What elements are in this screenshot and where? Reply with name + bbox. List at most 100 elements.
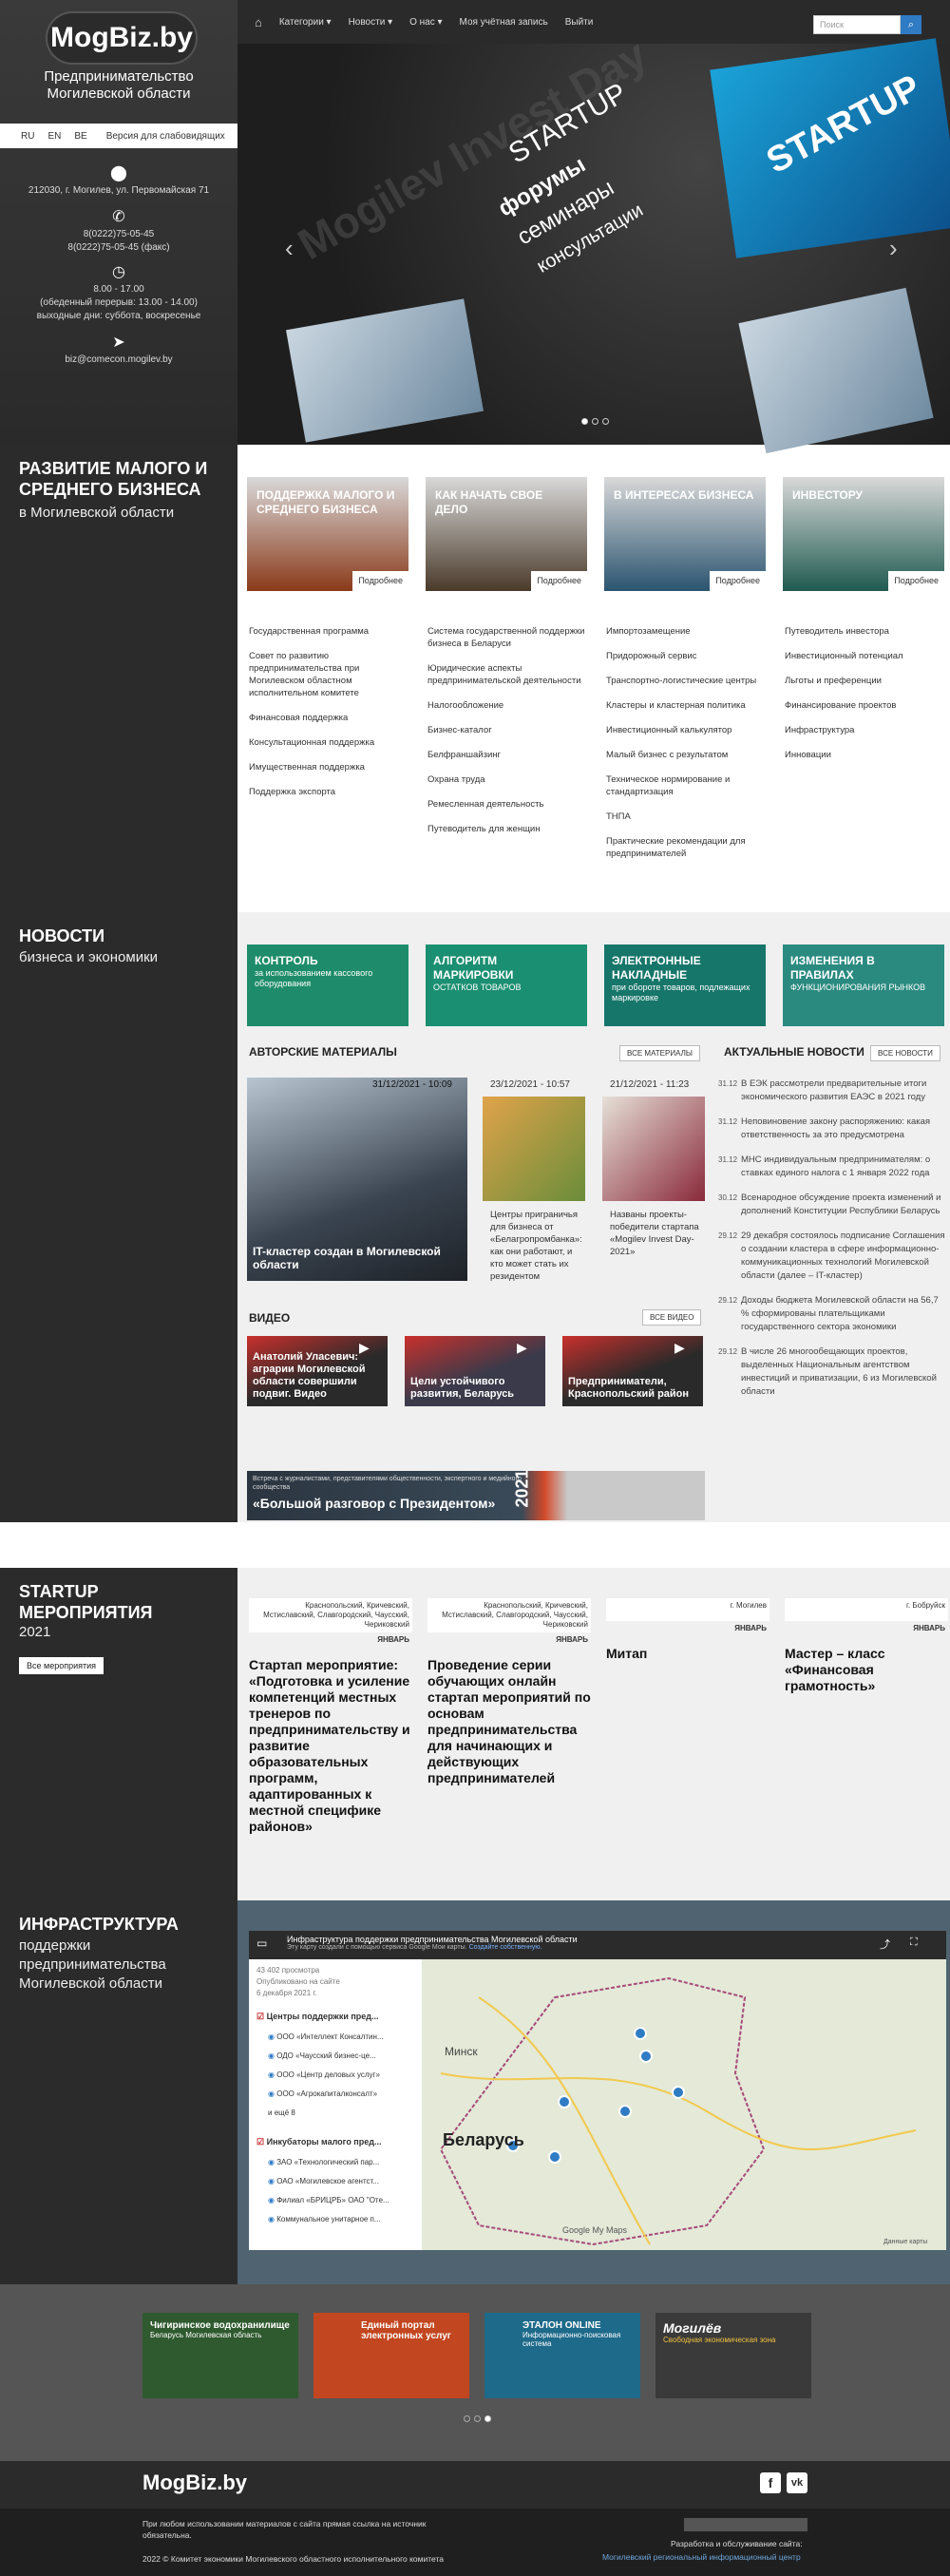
main-article-title[interactable]: IT-кластер создан в Могилевской области: [253, 1245, 462, 1271]
more-button[interactable]: Подробнее: [888, 571, 944, 591]
card-business-interests[interactable]: В ИНТЕРЕСАХ БИЗНЕСА Подробнее: [604, 477, 766, 591]
banner-cash-control[interactable]: КОНТРОЛЬ за использованием кассового обор…: [247, 945, 408, 1026]
partner-banner-3[interactable]: ЭТАЛОН ONLINE Информационно-поисковая сис…: [484, 2313, 640, 2398]
partners-dots[interactable]: [462, 2414, 493, 2425]
news-item[interactable]: 29.12 В числе 26 многообещающих проектов,…: [718, 1345, 946, 1399]
more-button[interactable]: Подробнее: [710, 571, 766, 591]
link[interactable]: Бизнес-каталог: [428, 724, 589, 736]
event-card-4[interactable]: г. Бобруйск ЯНВАРЬ Мастер – класс «Финан…: [785, 1598, 948, 1694]
map-canvas[interactable]: [422, 1959, 946, 2250]
link[interactable]: Малый бизнес с результатом: [606, 749, 768, 761]
vk-icon[interactable]: vk: [787, 2472, 808, 2493]
nav-account[interactable]: Моя учётная запись: [460, 17, 548, 28]
home-icon[interactable]: ⌂: [255, 15, 262, 29]
layer-item[interactable]: ◉ ЗАО «Технологический пар...: [268, 2153, 414, 2172]
map-marker[interactable]: [634, 2027, 647, 2040]
counter-badges[interactable]: [684, 2518, 808, 2531]
article-3-image[interactable]: [602, 1097, 705, 1201]
event-title[interactable]: Стартап мероприятие: «Подготовка и усиле…: [249, 1657, 412, 1835]
map-marker[interactable]: [672, 2086, 685, 2099]
all-materials-button[interactable]: ВСЕ МАТЕРИАЛЫ: [619, 1045, 700, 1061]
nav-about[interactable]: О нас ▾: [409, 17, 442, 28]
partner-banner-2[interactable]: Единый портал электронных услуг: [314, 2313, 469, 2398]
link[interactable]: Белфраншайзинг: [428, 749, 589, 761]
banner-market-rules[interactable]: ИЗМЕНЕНИЯ В ПРАВИЛАХ ФУНКЦИОНИРОВАНИЯ РЫН…: [783, 945, 944, 1026]
map-create-link[interactable]: Создайте собственную.: [469, 1944, 542, 1951]
share-icon[interactable]: ⤴: [880, 1937, 890, 1952]
layer-item[interactable]: ◉ ООО «Центр деловых услуг»: [268, 2066, 414, 2085]
slider-prev-icon[interactable]: ‹: [285, 234, 294, 263]
all-events-button[interactable]: Все мероприятия: [19, 1657, 104, 1674]
partner-banner-4[interactable]: Могилёв Свободная экономическая зона: [656, 2313, 811, 2398]
news-item[interactable]: 29.12 29 декабря состоялось подписание Со…: [718, 1230, 946, 1283]
checkbox-icon[interactable]: ☑: [256, 2137, 264, 2147]
link[interactable]: Система государственной поддержки бизнес…: [428, 625, 589, 650]
link[interactable]: ТНПА: [606, 811, 768, 823]
nav-news[interactable]: Новости ▾: [349, 17, 393, 28]
news-item[interactable]: 31.12 В ЕЭК рассмотрели предварительные и…: [718, 1078, 946, 1104]
link[interactable]: Импортозамещение: [606, 625, 768, 638]
news-item[interactable]: 31.12 Неповиновение закону распоряжению: …: [718, 1116, 946, 1142]
article-2-image[interactable]: [483, 1097, 585, 1201]
link[interactable]: Совет по развитию предпринимательства пр…: [249, 650, 410, 699]
link[interactable]: Инновации: [785, 749, 946, 761]
play-icon[interactable]: ▶: [359, 1340, 370, 1356]
link[interactable]: Инвестиционный потенциал: [785, 650, 946, 662]
layer-item[interactable]: ◉ Коммунальное унитарное п...: [268, 2210, 414, 2229]
layer-item[interactable]: ◉ Филиал «БРИЦРБ» ОАО "Отe...: [268, 2191, 414, 2210]
footer-dev-link[interactable]: Могилевский региональный информационный …: [602, 2552, 801, 2562]
search-icon[interactable]: ⌕: [901, 15, 922, 34]
lang-ru[interactable]: RU: [21, 131, 34, 142]
link[interactable]: Транспортно-логистические центры: [606, 675, 768, 687]
link[interactable]: Придорожный сервис: [606, 650, 768, 662]
link[interactable]: Практические рекомендации для предприним…: [606, 835, 768, 860]
card-investor[interactable]: ИНВЕСТОРУ Подробнее: [783, 477, 944, 591]
link[interactable]: Кластеры и кластерная политика: [606, 699, 768, 712]
link[interactable]: Юридические аспекты предпринимательской …: [428, 662, 589, 687]
all-videos-button[interactable]: ВСЕ ВИДЕО: [642, 1309, 702, 1326]
link[interactable]: Государственная программа: [249, 625, 410, 638]
banner-marking[interactable]: АЛГОРИТМ МАРКИРОВКИ ОСТАТКОВ ТОВАРОВ: [426, 945, 587, 1026]
layer-2-title[interactable]: Инкубаторы малого пред...: [267, 2137, 382, 2147]
layer-more[interactable]: и ещё 8: [268, 2104, 414, 2123]
link[interactable]: Налогообложение: [428, 699, 589, 712]
fullscreen-icon[interactable]: ⛶: [910, 1937, 918, 1949]
site-logo[interactable]: MogBiz.by: [48, 13, 196, 63]
nav-categories[interactable]: Категории ▾: [279, 17, 332, 28]
lang-en[interactable]: EN: [48, 131, 61, 142]
play-icon[interactable]: ▶: [674, 1340, 685, 1356]
map-marker[interactable]: [639, 2050, 653, 2063]
link[interactable]: Инвестиционный калькулятор: [606, 724, 768, 736]
news-item[interactable]: 30.12 Всенародное обсуждение проекта изме…: [718, 1192, 946, 1218]
map-marker[interactable]: [558, 2095, 571, 2109]
link[interactable]: Финансовая поддержка: [249, 712, 410, 724]
search-input[interactable]: Поиск: [813, 15, 901, 34]
event-title[interactable]: Проведение серии обучающих онлайн старта…: [428, 1657, 591, 1786]
layer-1-title[interactable]: Центры поддержки пред...: [267, 2012, 379, 2021]
link[interactable]: Путеводитель инвестора: [785, 625, 946, 638]
link[interactable]: Инфраструктура: [785, 724, 946, 736]
all-news-button[interactable]: ВСЕ НОВОСТИ: [870, 1045, 940, 1061]
map-marker[interactable]: [618, 2105, 632, 2118]
slider-next-icon[interactable]: ›: [889, 234, 898, 263]
banner-e-invoices[interactable]: ЭЛЕКТРОННЫЕ НАКЛАДНЫЕ при обороте товаров…: [604, 945, 766, 1026]
article-2-title[interactable]: Центры приграничья для бизнеса от «Белаг…: [490, 1209, 585, 1283]
email-link[interactable]: biz@comecon.mogilev.by: [0, 353, 238, 367]
link[interactable]: Поддержка экспорта: [249, 786, 410, 798]
layer-item[interactable]: ◉ ОДО «Чаусский бизнес-це...: [268, 2047, 414, 2066]
facebook-icon[interactable]: f: [760, 2472, 781, 2493]
news-item[interactable]: 29.12 Доходы бюджета Могилевской области …: [718, 1294, 946, 1334]
card-start-business[interactable]: КАК НАЧАТЬ СВОЕ ДЕЛО Подробнее: [426, 477, 587, 591]
footer-logo[interactable]: MogBiz.by: [142, 2471, 247, 2495]
play-icon[interactable]: ▶: [517, 1340, 527, 1356]
more-button[interactable]: Подробнее: [531, 571, 587, 591]
map-marker[interactable]: [548, 2150, 561, 2164]
card-support[interactable]: ПОДДЕРЖКА МАЛОГО И СРЕДНЕГО БИЗНЕСА Подро…: [247, 477, 408, 591]
layer-item[interactable]: ◉ ООО «Интеллект Консалтин...: [268, 2028, 414, 2047]
article-3-title[interactable]: Названы проекты-победители стартапа «Mog…: [610, 1209, 705, 1258]
event-title[interactable]: Мастер – класс «Финансовая грамотность»: [785, 1646, 948, 1694]
accessible-version-link[interactable]: Версия для слабовидящих: [106, 131, 225, 142]
link[interactable]: Техническое нормирование и стандартизаци…: [606, 773, 768, 798]
lang-be[interactable]: BE: [74, 131, 86, 142]
checkbox-icon[interactable]: ☑: [256, 2012, 264, 2021]
